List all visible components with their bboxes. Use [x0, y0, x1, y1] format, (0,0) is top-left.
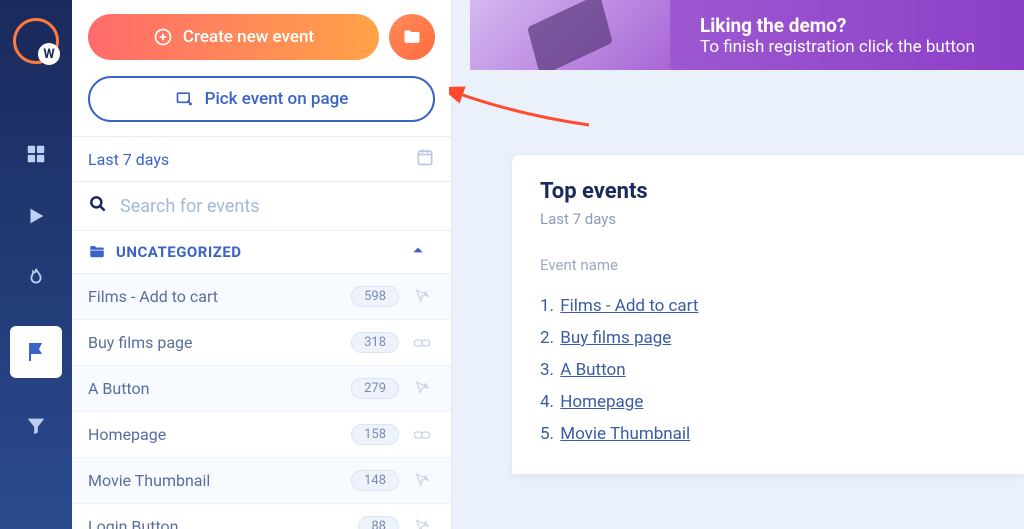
top-event-link[interactable]: Buy films page — [560, 328, 671, 348]
rank: 4. — [540, 392, 554, 412]
banner-subtitle: To finish registration click the button — [700, 37, 975, 57]
event-name: Login Button — [88, 517, 358, 529]
app-logo[interactable]: W — [13, 18, 59, 64]
cursor-icon — [409, 472, 435, 490]
event-name: Movie Thumbnail — [88, 471, 351, 490]
event-name: Buy films page — [88, 333, 351, 352]
rank: 5. — [540, 424, 554, 444]
column-header: Event name — [540, 256, 996, 274]
link-icon — [409, 334, 435, 352]
folder-button[interactable] — [389, 14, 435, 60]
banner-art — [470, 0, 670, 70]
top-event-link[interactable]: Films - Add to cart — [560, 296, 698, 316]
top-event-link[interactable]: A Button — [560, 360, 625, 380]
top-event-item: 1. Films - Add to cart — [540, 290, 996, 322]
folder-icon — [402, 27, 422, 47]
event-row[interactable]: Films - Add to cart598 — [72, 274, 451, 320]
top-event-item: 5. Movie Thumbnail — [540, 418, 996, 450]
event-count: 158 — [351, 424, 399, 445]
event-row[interactable]: Movie Thumbnail148 — [72, 458, 451, 504]
event-count: 88 — [358, 516, 399, 529]
cursor-icon — [409, 288, 435, 306]
cursor-icon — [409, 380, 435, 398]
event-row[interactable]: Buy films page318 — [72, 320, 451, 366]
create-event-label: Create new event — [183, 27, 314, 47]
top-events-card: Top events Last 7 days Event name 1. Fil… — [512, 155, 1024, 474]
arrow-annotation — [449, 85, 599, 145]
nav-funnel-icon[interactable] — [22, 412, 50, 440]
event-name: A Button — [88, 379, 351, 398]
top-event-link[interactable]: Homepage — [560, 392, 643, 412]
nav-dashboard-icon[interactable] — [22, 140, 50, 168]
event-row[interactable]: Homepage158 — [72, 412, 451, 458]
create-event-button[interactable]: Create new event — [88, 14, 379, 60]
rank: 2. — [540, 328, 554, 348]
event-count: 279 — [351, 378, 399, 399]
calendar-icon — [415, 147, 435, 171]
banner-title: Liking the demo? — [700, 14, 975, 37]
nav-rail: W — [0, 0, 72, 529]
folder-open-icon — [88, 243, 106, 261]
pick-event-label: Pick event on page — [205, 89, 349, 109]
card-title: Top events — [540, 179, 996, 204]
top-event-item: 2. Buy films page — [540, 322, 996, 354]
link-icon — [409, 426, 435, 444]
demo-banner[interactable]: Liking the demo? To finish registration … — [470, 0, 1024, 70]
main-content: Liking the demo? To finish registration … — [452, 0, 1024, 529]
event-count: 148 — [351, 470, 399, 491]
category-label: UNCATEGORIZED — [116, 243, 242, 261]
date-filter-label: Last 7 days — [88, 150, 169, 169]
event-count: 318 — [351, 332, 399, 353]
search-icon — [88, 194, 108, 218]
chevron-up-icon — [411, 243, 425, 261]
event-count: 598 — [351, 286, 399, 307]
rank: 3. — [540, 360, 554, 380]
category-header[interactable]: UNCATEGORIZED — [72, 231, 451, 274]
rank: 1. — [540, 296, 554, 316]
card-subtitle: Last 7 days — [540, 210, 996, 228]
date-filter[interactable]: Last 7 days — [72, 136, 451, 182]
event-row[interactable]: Login Button88 — [72, 504, 451, 529]
nav-flame-icon[interactable] — [22, 264, 50, 292]
event-list[interactable]: Films - Add to cart598Buy films page318A… — [72, 274, 451, 529]
events-panel: Create new event Pick event on page Last… — [72, 0, 452, 529]
event-row[interactable]: A Button279 — [72, 366, 451, 412]
search-row — [72, 182, 451, 231]
nav-flag-icon[interactable] — [10, 326, 62, 378]
nav-play-icon[interactable] — [22, 202, 50, 230]
event-name: Homepage — [88, 425, 351, 444]
search-input[interactable] — [120, 196, 435, 217]
logo-badge: W — [38, 43, 60, 65]
cursor-icon — [409, 518, 435, 529]
event-name: Films - Add to cart — [88, 287, 351, 306]
plus-circle-icon — [153, 27, 173, 47]
top-event-item: 4. Homepage — [540, 386, 996, 418]
top-events-list: 1. Films - Add to cart2. Buy films page3… — [540, 290, 996, 450]
pick-event-button[interactable]: Pick event on page — [88, 76, 435, 122]
top-event-item: 3. A Button — [540, 354, 996, 386]
pick-icon — [175, 89, 195, 109]
top-event-link[interactable]: Movie Thumbnail — [560, 424, 690, 444]
